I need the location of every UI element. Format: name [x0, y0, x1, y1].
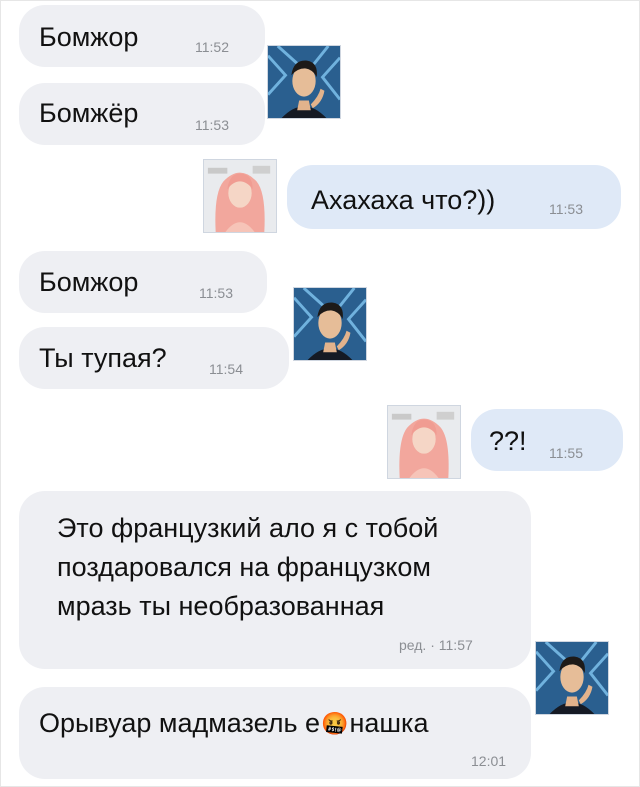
- message-text: Орывуар мадмазель е🤬нашка: [39, 709, 428, 738]
- message-time: 12:01: [471, 753, 507, 769]
- message-text-part: нашка: [349, 708, 429, 738]
- incoming-message[interactable]: Бомжор 11:52: [19, 5, 265, 67]
- incoming-message[interactable]: Бомжор 11:53: [19, 251, 267, 313]
- message-line: мразь ты необразованная: [57, 591, 385, 621]
- incoming-message[interactable]: Ты тупая? 11:54: [19, 327, 289, 389]
- incoming-message[interactable]: Бомжёр 11:53: [19, 83, 265, 145]
- message-text: Это французкий ало я с тобой поздаровалс…: [57, 509, 438, 626]
- man-avatar-icon[interactable]: [293, 287, 367, 361]
- angry-face-emoji-icon: 🤬: [321, 711, 349, 736]
- woman-avatar-icon[interactable]: [387, 405, 461, 479]
- message-text: Ты тупая?: [39, 343, 167, 373]
- message-text: ??!: [489, 426, 527, 456]
- message-time: 11:52: [195, 39, 229, 55]
- message-text: Ахахаха что?)): [311, 185, 496, 215]
- man-avatar-icon[interactable]: [267, 45, 341, 119]
- message-text: Бомжёр: [39, 98, 139, 128]
- message-line: Это французкий ало я с тобой: [57, 513, 439, 543]
- message-time: 11:53: [199, 285, 233, 301]
- message-line: поздаровался на французком: [57, 552, 431, 582]
- message-time: 11:55: [549, 445, 583, 461]
- woman-avatar-icon[interactable]: [203, 159, 277, 233]
- chat-screen: Бомжор 11:52 Бомжёр 11:53 Ахахаха что?))…: [0, 0, 640, 787]
- incoming-message[interactable]: Орывуар мадмазель е🤬нашка 12:01: [19, 687, 531, 779]
- message-text-part: Орывуар мадмазель е: [39, 708, 321, 738]
- message-time: 11:53: [195, 117, 229, 133]
- message-time: 11:53: [549, 201, 583, 217]
- message-time: 11:54: [209, 361, 243, 377]
- incoming-message[interactable]: Это французкий ало я с тобой поздаровалс…: [19, 491, 531, 669]
- message-text: Бомжор: [39, 267, 139, 297]
- outgoing-message[interactable]: Ахахаха что?)) 11:53: [287, 165, 621, 229]
- outgoing-message[interactable]: ??! 11:55: [471, 409, 623, 471]
- message-time: ред. · 11:57: [399, 637, 473, 653]
- message-text: Бомжор: [39, 22, 139, 52]
- man-avatar-icon[interactable]: [535, 641, 609, 715]
